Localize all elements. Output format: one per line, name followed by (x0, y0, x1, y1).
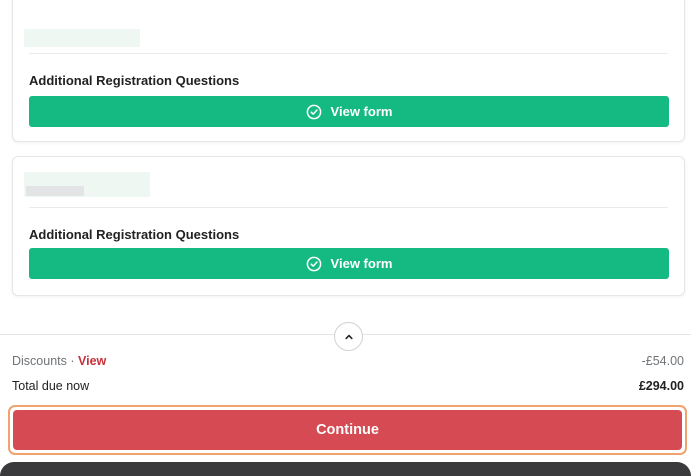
ticket-card: Additional Registration Questions View f… (12, 0, 685, 142)
chevron-up-icon (344, 334, 353, 339)
additional-questions-label: Additional Registration Questions (29, 227, 240, 242)
check-circle-icon (306, 104, 321, 119)
card-divider (29, 207, 668, 208)
redacted-ticket-name (24, 29, 140, 47)
redacted-ticket-detail (26, 186, 84, 196)
discounts-label: Discounts (12, 354, 67, 368)
total-due-label: Total due now (12, 379, 90, 393)
continue-button[interactable]: Continue (13, 410, 682, 450)
additional-questions-label: Additional Registration Questions (29, 73, 240, 88)
continue-focus-ring: Continue (8, 405, 687, 455)
check-circle-icon (306, 256, 321, 271)
checkout-page: Additional Registration Questions View f… (0, 0, 691, 476)
discounts-row-label: Discounts · View (12, 354, 106, 368)
discounts-view-link[interactable]: View (78, 354, 106, 368)
card-divider (29, 53, 668, 54)
total-due-amount: £294.00 (638, 379, 684, 393)
discounts-amount: -£54.00 (641, 354, 684, 368)
device-bottom-bar (0, 462, 691, 476)
view-form-label: View form (330, 104, 393, 119)
discounts-separator: · (66, 354, 78, 368)
ticket-card: Additional Registration Questions View f… (12, 156, 685, 296)
view-form-button[interactable]: View form (29, 96, 669, 127)
view-form-button[interactable]: View form (29, 248, 669, 279)
collapse-summary-button[interactable] (334, 322, 363, 351)
view-form-label: View form (330, 256, 393, 271)
